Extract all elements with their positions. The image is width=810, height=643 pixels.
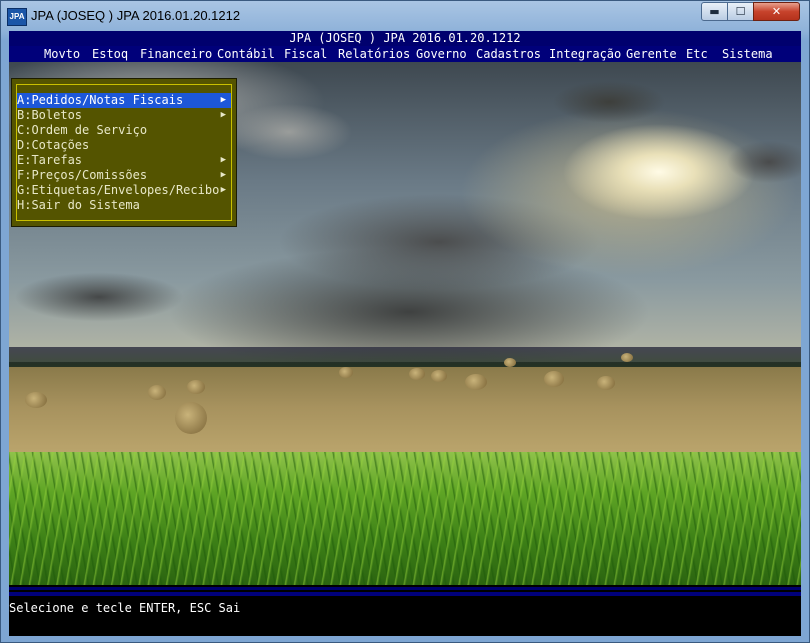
menu-financeiro[interactable]: Financeiro xyxy=(140,46,212,62)
menu-item-label: E:Tarefas xyxy=(17,153,83,167)
window-title: JPA (JOSEQ ) JPA 2016.01.20.1212 xyxy=(31,8,241,23)
submenu-arrow-icon: ▶ xyxy=(220,155,226,165)
hay-bale xyxy=(465,374,487,390)
status-bar-line xyxy=(9,587,801,590)
menu-contabil[interactable]: Contábil xyxy=(217,46,275,62)
hay-bale xyxy=(409,368,425,380)
submenu-arrow-icon: ▶ xyxy=(220,170,226,180)
hay-bale xyxy=(339,367,353,378)
menu-item-label: D:Cotações xyxy=(17,138,90,152)
application-window: JPA JPA (JOSEQ ) JPA 2016.01.20.1212 ▬ ☐… xyxy=(0,0,810,643)
menu-governo[interactable]: Governo xyxy=(416,46,467,62)
menu-movto[interactable]: Movto xyxy=(44,46,80,62)
submenu-arrow-icon: ▶ xyxy=(220,95,226,105)
close-button[interactable]: ✕ xyxy=(753,2,800,21)
hay-bale xyxy=(187,380,205,394)
submenu-arrow-icon: ▶ xyxy=(220,110,226,120)
menu-item-label: G:Etiquetas/Envelopes/Recibo xyxy=(17,183,220,197)
minimize-button[interactable]: ▬ xyxy=(701,2,728,21)
menu-item-label: A:Pedidos/Notas Fiscais xyxy=(17,93,184,107)
menu-item-sair-do-sistema[interactable]: H:Sair do Sistema xyxy=(17,198,231,213)
hay-bale xyxy=(431,370,447,382)
menu-item-boletos[interactable]: B:Boletos ▶ xyxy=(17,108,231,123)
maximize-button[interactable]: ☐ xyxy=(727,2,754,21)
menu-item-label: C:Ordem de Serviço xyxy=(17,123,148,137)
menu-fiscal[interactable]: Fiscal xyxy=(284,46,327,62)
app-header-title: JPA (JOSEQ ) JPA 2016.01.20.1212 xyxy=(9,31,801,46)
menu-etc[interactable]: Etc xyxy=(686,46,708,62)
menu-item-label: H:Sair do Sistema xyxy=(17,198,140,212)
window-titlebar[interactable]: JPA JPA (JOSEQ ) JPA 2016.01.20.1212 ▬ ☐… xyxy=(1,1,809,31)
hay-bale xyxy=(504,358,516,367)
menu-estoq[interactable]: Estoq xyxy=(92,46,128,62)
status-bar-line xyxy=(9,592,801,596)
status-hint: Selecione e tecle ENTER, ESC Sai xyxy=(9,601,241,615)
menu-sistema[interactable]: Sistema xyxy=(722,46,773,62)
menu-gerente[interactable]: Gerente xyxy=(626,46,677,62)
hay-bale xyxy=(544,371,564,387)
hay-bale xyxy=(25,392,47,408)
wallpaper-grass xyxy=(9,452,801,585)
menu-item-cotacoes[interactable]: D:Cotações xyxy=(17,138,231,153)
menu-integracao[interactable]: Integração xyxy=(549,46,621,62)
menu-cadastros[interactable]: Cadastros xyxy=(476,46,541,62)
hay-bale xyxy=(597,376,615,390)
menu-item-precos-comissoes[interactable]: F:Preços/Comissões ▶ xyxy=(17,168,231,183)
menu-item-etiquetas-envelopes-recibo[interactable]: G:Etiquetas/Envelopes/Recibo ▶ xyxy=(17,183,231,198)
hay-bale xyxy=(148,385,166,400)
menu-item-label: B:Boletos xyxy=(17,108,83,122)
menu-item-pedidos-notas-fiscais[interactable]: A:Pedidos/Notas Fiscais ▶ xyxy=(17,93,231,108)
menu-item-tarefas[interactable]: E:Tarefas ▶ xyxy=(17,153,231,168)
jpa-app-icon: JPA xyxy=(7,8,27,26)
menu-relatorios[interactable]: Relatórios xyxy=(338,46,410,62)
menu-item-ordem-de-servico[interactable]: C:Ordem de Serviço xyxy=(17,123,231,138)
hay-bale xyxy=(621,353,633,362)
submenu-arrow-icon: ▶ xyxy=(220,185,226,195)
hay-bale xyxy=(175,402,207,434)
main-menubar: Movto Estoq Financeiro Contábil Fiscal R… xyxy=(9,46,801,62)
movto-dropdown-menu: A:Pedidos/Notas Fiscais ▶ B:Boletos ▶ C:… xyxy=(11,78,237,227)
menu-item-label: F:Preços/Comissões xyxy=(17,168,148,182)
